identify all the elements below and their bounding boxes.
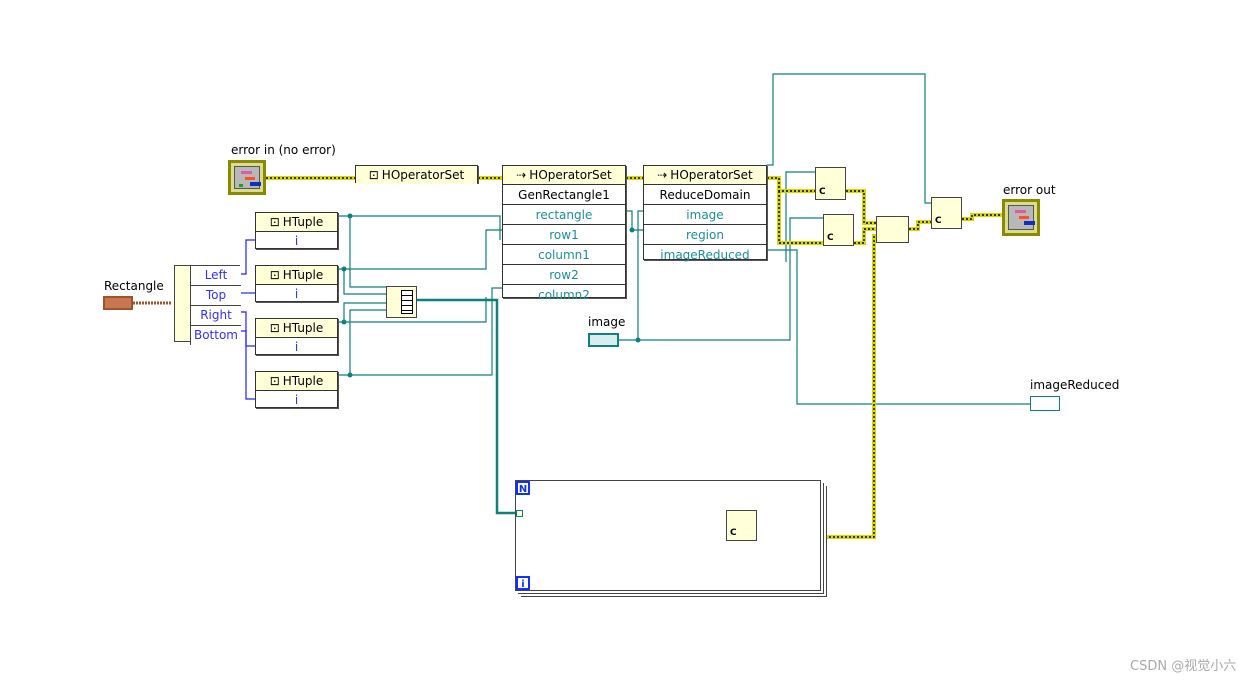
unbundle-bottom: Bottom [193, 328, 238, 342]
error-out-indicator[interactable] [1002, 199, 1040, 236]
constructor-icon: ⊡ [269, 268, 280, 282]
block-diagram: error in (no error) ⊡ HOperatorSet ⇢ HOper… [0, 0, 1238, 682]
error-out-label: error out [1003, 183, 1056, 197]
method-name: ReduceDomain [644, 185, 766, 205]
param-row1[interactable]: row1 [503, 225, 625, 245]
rectangle-control[interactable] [103, 296, 133, 310]
close-reference-node[interactable]: C [815, 167, 846, 200]
param-rectangle[interactable]: rectangle [503, 205, 625, 225]
image-label: image [588, 315, 626, 329]
close-reference-node[interactable]: C [823, 214, 854, 246]
htuple-node[interactable]: ⊡ HTuple i [255, 212, 338, 249]
image-reduced-indicator[interactable] [1030, 396, 1060, 411]
method-name: GenRectangle1 [503, 185, 625, 205]
param-image-reduced[interactable]: imageReduced [644, 245, 766, 264]
for-loop[interactable]: N i [515, 480, 821, 591]
wire-htuple2 [338, 229, 502, 295]
wire-array [417, 298, 516, 515]
constructor-icon: ⊡ [269, 321, 280, 335]
htuple-node[interactable]: ⊡ HTuple i [255, 265, 338, 302]
wire-reduced [767, 171, 1030, 405]
loop-iteration-terminal: i [516, 576, 530, 590]
htuple-node[interactable]: ⊡ HTuple i [255, 371, 338, 408]
constructor-icon: ⊡ [269, 215, 280, 229]
loop-count-terminal[interactable]: N [516, 481, 530, 495]
merge-errors-node[interactable] [876, 216, 909, 243]
loop-tunnel [516, 510, 523, 517]
close-reference-node[interactable]: C [726, 510, 757, 541]
close-reference-node[interactable]: C [931, 197, 962, 229]
wire-htuple1 [338, 215, 501, 288]
watermark: CSDN @视觉小六 [1130, 659, 1237, 674]
param-column1[interactable]: column1 [503, 245, 625, 265]
param-column2[interactable]: column2 [503, 285, 625, 304]
unbundle-right: Right [191, 306, 241, 326]
invoke-arrow-icon: ⇢ [516, 168, 527, 182]
constructor-icon: ⊡ [269, 374, 280, 388]
build-array-icon[interactable] [386, 286, 417, 318]
unbundle-top: Top [191, 286, 241, 306]
error-in-control[interactable] [228, 160, 266, 195]
refnum-icon: ⊡ [368, 168, 379, 182]
image-reduced-label: imageReduced [1030, 378, 1120, 392]
param-image[interactable]: image [644, 205, 766, 225]
open-hoperatorset-node[interactable]: ⊡ HOperatorSet [355, 165, 478, 184]
param-row2[interactable]: row2 [503, 265, 625, 285]
invoke-arrow-icon: ⇢ [657, 168, 668, 182]
error-in-label: error in (no error) [231, 143, 336, 157]
gen-rectangle1-node[interactable]: ⇢ HOperatorSet GenRectangle1 rectangle ro… [502, 165, 626, 302]
htuple-node[interactable]: ⊡ HTuple i [255, 318, 338, 355]
wire-ref-top [767, 73, 931, 204]
wire-rect-region [626, 210, 643, 231]
param-region[interactable]: region [644, 225, 766, 245]
reduce-domain-node[interactable]: ⇢ HOperatorSet ReduceDomain image region … [643, 165, 767, 262]
unbundle-by-name[interactable]: Left Top Right Bottom [174, 265, 241, 345]
unbundle-left: Left [191, 266, 241, 286]
rectangle-label: Rectangle [104, 279, 164, 293]
image-control[interactable] [588, 333, 619, 347]
